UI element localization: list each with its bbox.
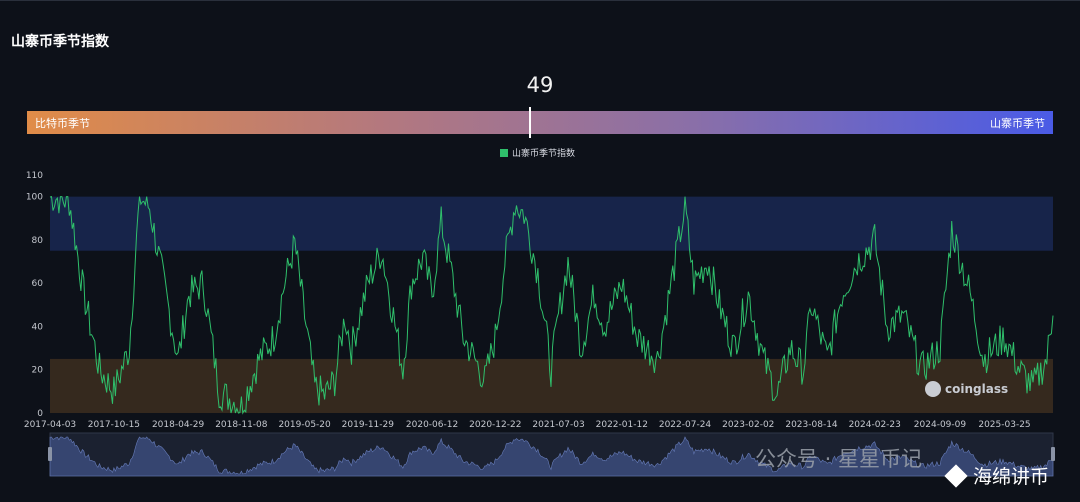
- y-tick-label: 40: [32, 322, 44, 332]
- coinglass-logo: coinglass: [925, 381, 1008, 397]
- y-tick-label: 80: [32, 236, 44, 246]
- x-tick-label: 2020-06-12: [406, 420, 458, 430]
- x-tick-label: 2019-05-20: [278, 420, 331, 430]
- overview-left-handle: [48, 447, 52, 461]
- y-tick-label: 0: [37, 409, 43, 419]
- x-tick-label: 2019-11-29: [342, 420, 395, 430]
- x-tick-label: 2025-03-25: [978, 420, 1030, 430]
- y-tick-label: 100: [26, 193, 43, 203]
- coinglass-icon: [925, 381, 941, 397]
- x-tick-label: 2024-09-09: [914, 420, 967, 430]
- credit-badge: 海绵讲币: [944, 462, 1050, 489]
- x-tick-label: 2018-11-08: [215, 420, 268, 430]
- y-tick-label: 60: [32, 279, 44, 289]
- x-tick-label: 2017-04-03: [24, 420, 76, 430]
- x-tick-label: 2018-04-29: [152, 420, 205, 430]
- watermark-text: 公众号 · 星星币记: [755, 447, 923, 471]
- y-tick-label: 110: [26, 171, 43, 181]
- altcoin-season-chart[interactable]: 0 20 40 60 80 100 110 2017-04-03 2017-10-15 2018…: [0, 0, 1080, 502]
- x-tick-label: 2020-12-22: [469, 420, 521, 430]
- credit-label: 海绵讲币: [973, 466, 1050, 488]
- x-tick-label: 2023-08-14: [785, 420, 838, 430]
- binance-icon: [944, 463, 968, 488]
- brand-label: coinglass: [945, 382, 1009, 396]
- season-band: [50, 196, 1053, 251]
- overview-right-handle: [1051, 447, 1055, 461]
- x-tick-label: 2024-02-23: [849, 420, 901, 430]
- x-tick-label: 2017-10-15: [88, 420, 140, 430]
- y-tick-label: 20: [32, 366, 44, 376]
- x-tick-label: 2021-07-03: [532, 420, 584, 430]
- x-tick-label: 2023-02-02: [722, 420, 774, 430]
- x-tick-label: 2022-01-12: [596, 420, 648, 430]
- x-tick-label: 2022-07-24: [659, 420, 712, 430]
